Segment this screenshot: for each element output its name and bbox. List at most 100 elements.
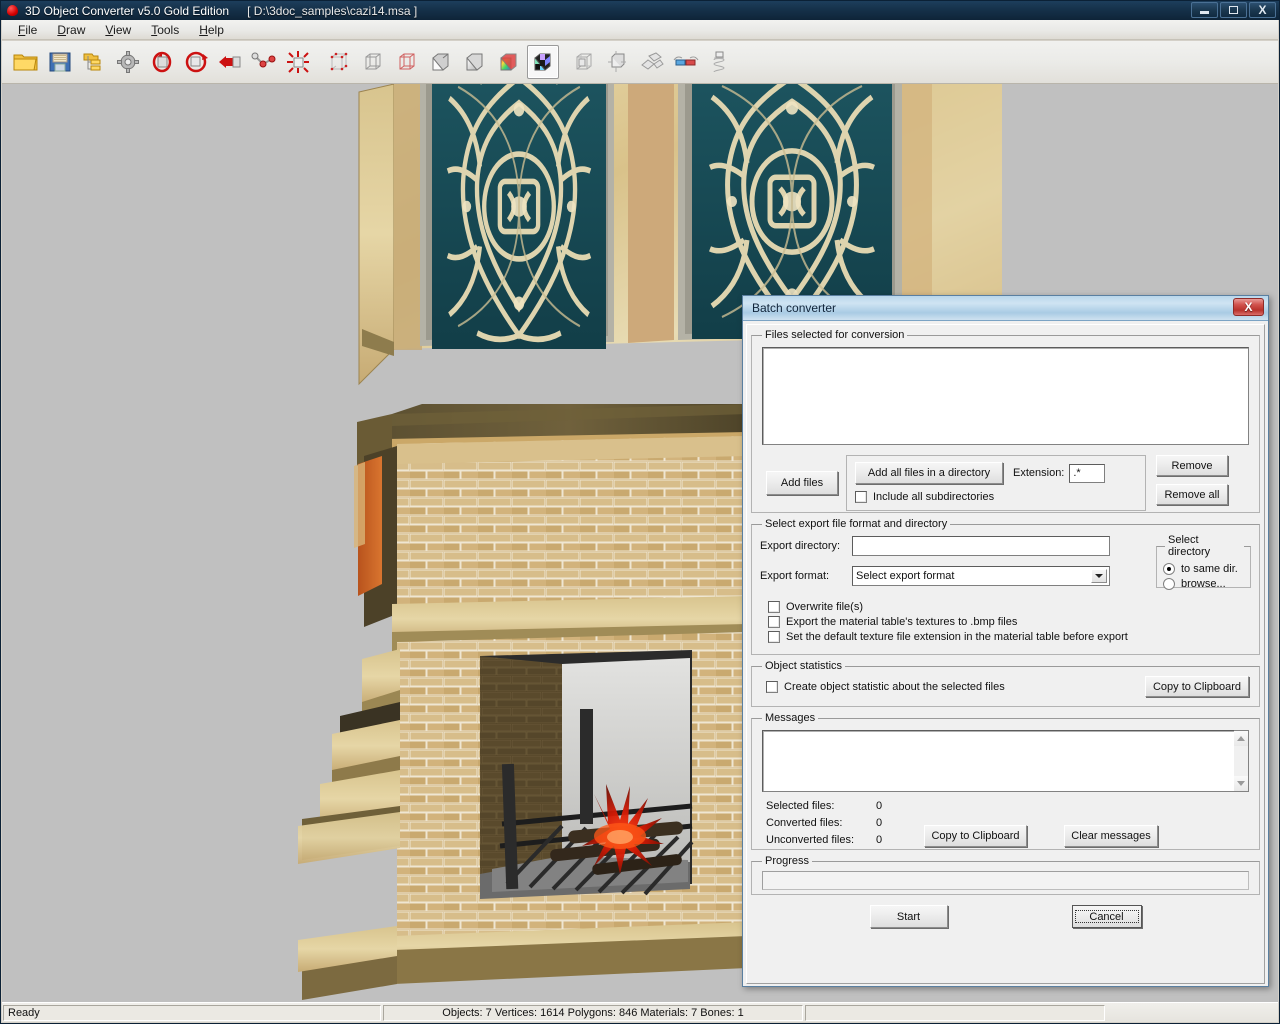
export-format-label: Export format: (760, 570, 830, 582)
add-directory-panel: Add all files in a directory Extension: … (846, 455, 1146, 511)
menu-item-help[interactable]: Help (189, 21, 234, 39)
app-file-path: [ D:\3doc_samples\cazi14.msa ] (247, 3, 418, 18)
files-group: Files selected for conversion Add files … (751, 329, 1260, 513)
counter-selected-files: Selected files: 0 (766, 800, 883, 812)
counter-converted-files: Converted files: 0 (766, 817, 883, 829)
save-floppy-icon-button[interactable] (44, 45, 76, 79)
radio-icon (1163, 563, 1175, 575)
window-controls: X (1191, 2, 1276, 18)
node-link-icon-button[interactable] (248, 45, 280, 79)
app-icon (5, 3, 21, 19)
message-counters: Selected files: 0 Converted files: 0 Unc… (766, 798, 906, 849)
progress-legend: Progress (765, 855, 810, 867)
uv-unwrap-icon-button[interactable] (636, 45, 668, 79)
dialog-body: Files selected for conversion Add files … (746, 324, 1265, 984)
window-titlebar: 3D Object Converter v5.0 Gold Edition [ … (1, 1, 1279, 20)
rotate-y-icon-button[interactable] (180, 45, 212, 79)
explode-icon-button[interactable] (282, 45, 314, 79)
files-group-legend: Files selected for conversion (765, 329, 905, 341)
export-directory-input[interactable] (852, 536, 1110, 556)
status-extra (805, 1004, 1105, 1021)
menu-item-file[interactable]: File (8, 21, 47, 39)
export-format-combobox[interactable]: Select export format (852, 566, 1110, 586)
selected-files-listbox[interactable] (762, 347, 1249, 445)
open-folder-icon-button[interactable] (10, 45, 42, 79)
spring-coil-icon-button[interactable] (704, 45, 736, 79)
bounding-box-icon-button[interactable] (568, 45, 600, 79)
radio-browse[interactable]: browse... (1163, 578, 1244, 590)
normals-icon-button[interactable] (602, 45, 634, 79)
export-textures-bmp-checkbox[interactable]: Export the material table's textures to … (768, 616, 1251, 628)
export-group-legend: Select export file format and directory (765, 518, 948, 530)
messages-legend: Messages (765, 712, 816, 724)
messages-scrollbar[interactable] (1234, 730, 1249, 792)
select-directory-legend: Select directory (1168, 534, 1211, 558)
flip-arrow-icon-button[interactable] (214, 45, 246, 79)
statistics-copy-to-clipboard-button[interactable]: Copy to Clipboard (1145, 676, 1249, 697)
create-object-statistic-checkbox[interactable]: Create object statistic about the select… (766, 680, 1005, 693)
scroll-up-icon[interactable] (1234, 731, 1248, 746)
export-group: Select export file format and directory … (751, 518, 1260, 655)
wireframe-red-icon-button[interactable] (391, 45, 423, 79)
start-button[interactable]: Start (869, 905, 948, 928)
status-ready: Ready (3, 1004, 381, 1021)
add-all-files-in-directory-button[interactable]: Add all files in a directory (855, 462, 1003, 484)
include-subdirectories-checkbox[interactable]: Include all subdirectories (855, 491, 1137, 503)
object-statistics-group: Object statistics Create object statisti… (751, 660, 1260, 707)
stereo-glasses-icon-button[interactable] (670, 45, 702, 79)
checkbox-icon (855, 491, 867, 503)
messages-textarea[interactable] (762, 730, 1234, 792)
select-directory-group: Select directory to same dir. browse... (1156, 534, 1251, 590)
add-files-button[interactable]: Add files (766, 471, 838, 495)
close-icon: X (1244, 300, 1253, 314)
set-default-texture-extension-checkbox[interactable]: Set the default texture file extension i… (768, 631, 1251, 643)
export-directory-label: Export directory: (760, 540, 841, 552)
cancel-button[interactable]: Cancel (1071, 905, 1142, 928)
dialog-titlebar: Batch converter X (743, 296, 1268, 321)
counter-unconverted-files: Unconverted files: 0 (766, 834, 883, 846)
wireframe-points-icon-button[interactable] (323, 45, 355, 79)
statusbar: Ready Objects: 7 Vertices: 1614 Polygons… (2, 1002, 1278, 1022)
menu-item-tools[interactable]: Tools (141, 21, 189, 39)
dialog-action-buttons: Start Cancel (751, 905, 1260, 928)
menu-item-draw[interactable]: Draw (47, 21, 95, 39)
close-button[interactable]: X (1249, 2, 1276, 18)
extension-input[interactable]: .* (1069, 463, 1106, 483)
remove-all-button[interactable]: Remove all (1156, 484, 1228, 505)
chevron-down-icon[interactable] (1091, 569, 1107, 583)
minimize-button[interactable] (1191, 2, 1218, 18)
material-colored-icon-button[interactable] (493, 45, 525, 79)
gear-settings-icon-button[interactable] (112, 45, 144, 79)
checkbox-icon (766, 680, 778, 693)
checkbox-icon (768, 616, 780, 628)
menubar: File Draw View Tools Help (2, 20, 1278, 40)
dialog-title: Batch converter (752, 301, 837, 315)
overwrite-files-checkbox[interactable]: Overwrite file(s) (768, 601, 1251, 613)
application-window: 3D Object Converter v5.0 Gold Edition [ … (0, 0, 1280, 1024)
menu-item-view[interactable]: View (95, 21, 141, 39)
rotate-x-icon-button[interactable] (146, 45, 178, 79)
progress-bar (762, 871, 1249, 890)
messages-group: Messages Selected files: 0 Converted fil… (751, 712, 1260, 850)
scroll-down-icon[interactable] (1234, 776, 1248, 791)
object-statistics-legend: Object statistics (765, 660, 843, 672)
restore-button[interactable] (1220, 2, 1247, 18)
radio-icon (1163, 578, 1175, 590)
clear-messages-button[interactable]: Clear messages (1064, 825, 1158, 847)
remove-button[interactable]: Remove (1156, 455, 1228, 476)
app-title: 3D Object Converter v5.0 Gold Edition (25, 3, 230, 18)
dialog-close-button[interactable]: X (1233, 298, 1264, 316)
radio-to-same-dir[interactable]: to same dir. (1163, 563, 1244, 575)
textured-icon-button[interactable] (527, 45, 559, 79)
toolbar (2, 41, 1278, 84)
wireframe-icon-button[interactable] (357, 45, 389, 79)
smooth-shaded-icon-button[interactable] (459, 45, 491, 79)
close-icon: X (1258, 3, 1267, 17)
flat-shaded-icon-button[interactable] (425, 45, 457, 79)
extension-label: Extension: (1013, 467, 1065, 479)
progress-group: Progress (751, 855, 1260, 895)
folder-list-icon-button[interactable] (78, 45, 110, 79)
checkbox-icon (768, 601, 780, 613)
status-model-stats: Objects: 7 Vertices: 1614 Polygons: 846 … (383, 1004, 803, 1021)
messages-copy-to-clipboard-button[interactable]: Copy to Clipboard (924, 825, 1027, 847)
